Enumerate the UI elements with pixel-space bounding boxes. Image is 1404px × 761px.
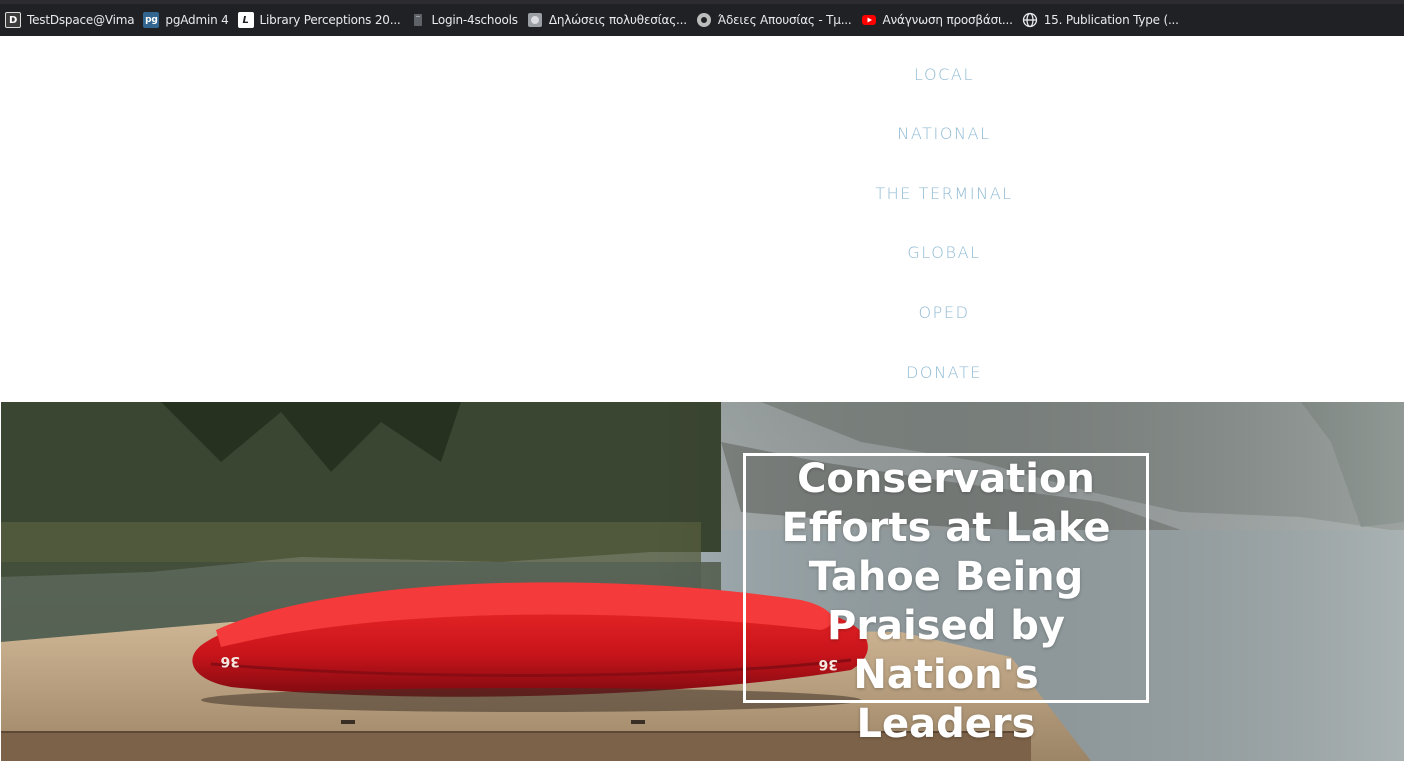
site-icon xyxy=(527,12,543,28)
bookmark-publication-type[interactable]: 15. Publication Type (... xyxy=(1021,6,1187,34)
globe-icon xyxy=(1022,12,1038,28)
bookmark-pgadmin[interactable]: pg pgAdmin 4 xyxy=(142,6,236,34)
bookmark-label: Άδειες Απουσίας - Τμ... xyxy=(717,13,852,27)
headline-line: Efforts at Lake xyxy=(781,505,1111,551)
youtube-icon xyxy=(861,12,877,28)
hero-headline[interactable]: Conservation Efforts at Lake Tahoe Being… xyxy=(743,455,1149,749)
bookmark-testdspace[interactable]: D TestDspace@Vima xyxy=(4,6,142,34)
page-icon xyxy=(410,12,426,28)
bookmark-library-perceptions[interactable]: L Library Perceptions 20... xyxy=(237,6,409,34)
headline-line: Tahoe Being xyxy=(808,554,1084,600)
canoe-number: 36 xyxy=(221,653,240,669)
nav-item-global[interactable]: GLOBAL xyxy=(0,243,1404,262)
libqual-icon: L xyxy=(237,12,254,28)
headline-line: Praised by Nation's xyxy=(827,603,1065,698)
pgadmin-icon: pg xyxy=(143,12,160,28)
nav-item-oped[interactable]: OPED xyxy=(0,303,1404,322)
bookmark-label: Δηλώσεις πολυθεσίας... xyxy=(548,13,687,27)
nav-item-local[interactable]: LOCAL xyxy=(0,65,1404,84)
bookmark-label: 15. Publication Type (... xyxy=(1043,13,1179,27)
bookmark-label: Login-4schools xyxy=(431,13,518,27)
bookmark-login-4schools[interactable]: Login-4schools xyxy=(409,6,526,34)
headline-line: Leaders xyxy=(856,701,1036,747)
hero-image: 36 36 xyxy=(1,402,1404,761)
gear-icon xyxy=(696,12,712,28)
nav-item-the-terminal[interactable]: THE TERMINAL xyxy=(0,184,1404,203)
bookmark-label: Library Perceptions 20... xyxy=(259,13,401,27)
bookmark-label: Ανάγνωση προσβάσι... xyxy=(882,13,1013,27)
dspace-icon: D xyxy=(5,12,21,28)
bookmark-anagnosi[interactable]: Ανάγνωση προσβάσι... xyxy=(860,6,1021,34)
bookmarks-bar: D TestDspace@Vima pg pgAdmin 4 L Library… xyxy=(0,0,1404,36)
bookmark-label: TestDspace@Vima xyxy=(27,13,135,27)
hero-banner[interactable]: 36 36 Conservation Efforts at Lake Tahoe… xyxy=(1,402,1404,761)
nav-item-national[interactable]: NATIONAL xyxy=(0,124,1404,143)
nav-item-donate[interactable]: DONATE xyxy=(0,363,1404,382)
headline-line: Conservation xyxy=(797,456,1095,502)
main-nav: LOCAL NATIONAL THE TERMINAL GLOBAL OPED … xyxy=(0,36,1404,402)
bookmark-adeies[interactable]: Άδειες Απουσίας - Τμ... xyxy=(695,6,860,34)
bookmark-label: pgAdmin 4 xyxy=(165,13,229,27)
bookmark-dhloseis[interactable]: Δηλώσεις πολυθεσίας... xyxy=(526,6,695,34)
